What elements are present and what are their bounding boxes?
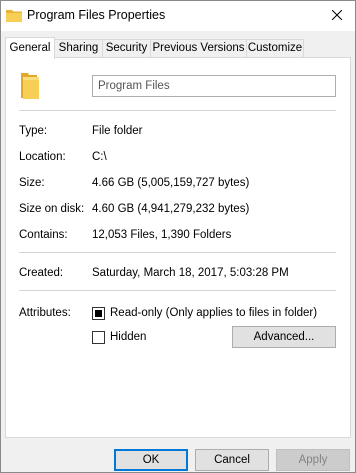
separator — [19, 252, 336, 253]
size-on-disk-value: 4.60 GB (4,941,279,232 bytes) — [92, 203, 250, 215]
type-label: Type: — [19, 125, 48, 137]
ok-button[interactable]: OK — [114, 449, 188, 471]
advanced-button[interactable]: Advanced... — [232, 326, 336, 348]
created-value: Saturday, March 18, 2017, 5:03:28 PM — [92, 267, 289, 279]
cancel-button[interactable]: Cancel — [195, 449, 269, 471]
folder-icon — [6, 8, 22, 22]
type-value: File folder — [92, 125, 143, 137]
hidden-checkbox[interactable] — [92, 331, 105, 344]
location-value: C:\ — [92, 151, 107, 163]
contains-value: 12,053 Files, 1,390 Folders — [92, 229, 232, 241]
size-label: Size: — [19, 177, 45, 189]
separator — [19, 290, 336, 291]
readonly-label[interactable]: Read-only (Only applies to files in fold… — [110, 307, 317, 319]
separator — [19, 110, 336, 111]
indeterminate-mark — [95, 310, 102, 317]
general-panel: Type: File folder Location: C:\ Size: 4.… — [5, 57, 351, 438]
close-button[interactable] — [319, 1, 355, 31]
folder-icon — [19, 72, 41, 100]
contains-label: Contains: — [19, 229, 68, 241]
tab-security[interactable]: Security — [102, 39, 151, 58]
tab-customize[interactable]: Customize — [246, 39, 304, 58]
properties-window: Program Files Properties General Sharing… — [0, 0, 356, 473]
close-icon — [331, 9, 343, 23]
readonly-checkbox[interactable] — [92, 307, 105, 320]
created-label: Created: — [19, 267, 64, 279]
location-label: Location: — [19, 151, 66, 163]
tab-sharing[interactable]: Sharing — [54, 39, 103, 58]
attributes-label: Attributes: — [19, 307, 71, 319]
hidden-label[interactable]: Hidden — [110, 331, 146, 343]
window-title: Program Files Properties — [27, 8, 166, 22]
apply-button[interactable]: Apply — [276, 449, 350, 471]
size-value: 4.66 GB (5,005,159,727 bytes) — [92, 177, 250, 189]
size-on-disk-label: Size on disk: — [19, 203, 85, 215]
folder-name-input[interactable] — [92, 75, 336, 97]
title-bar[interactable]: Program Files Properties — [1, 1, 355, 31]
tab-general[interactable]: General — [5, 37, 55, 59]
tab-previous-versions[interactable]: Previous Versions — [150, 39, 247, 58]
